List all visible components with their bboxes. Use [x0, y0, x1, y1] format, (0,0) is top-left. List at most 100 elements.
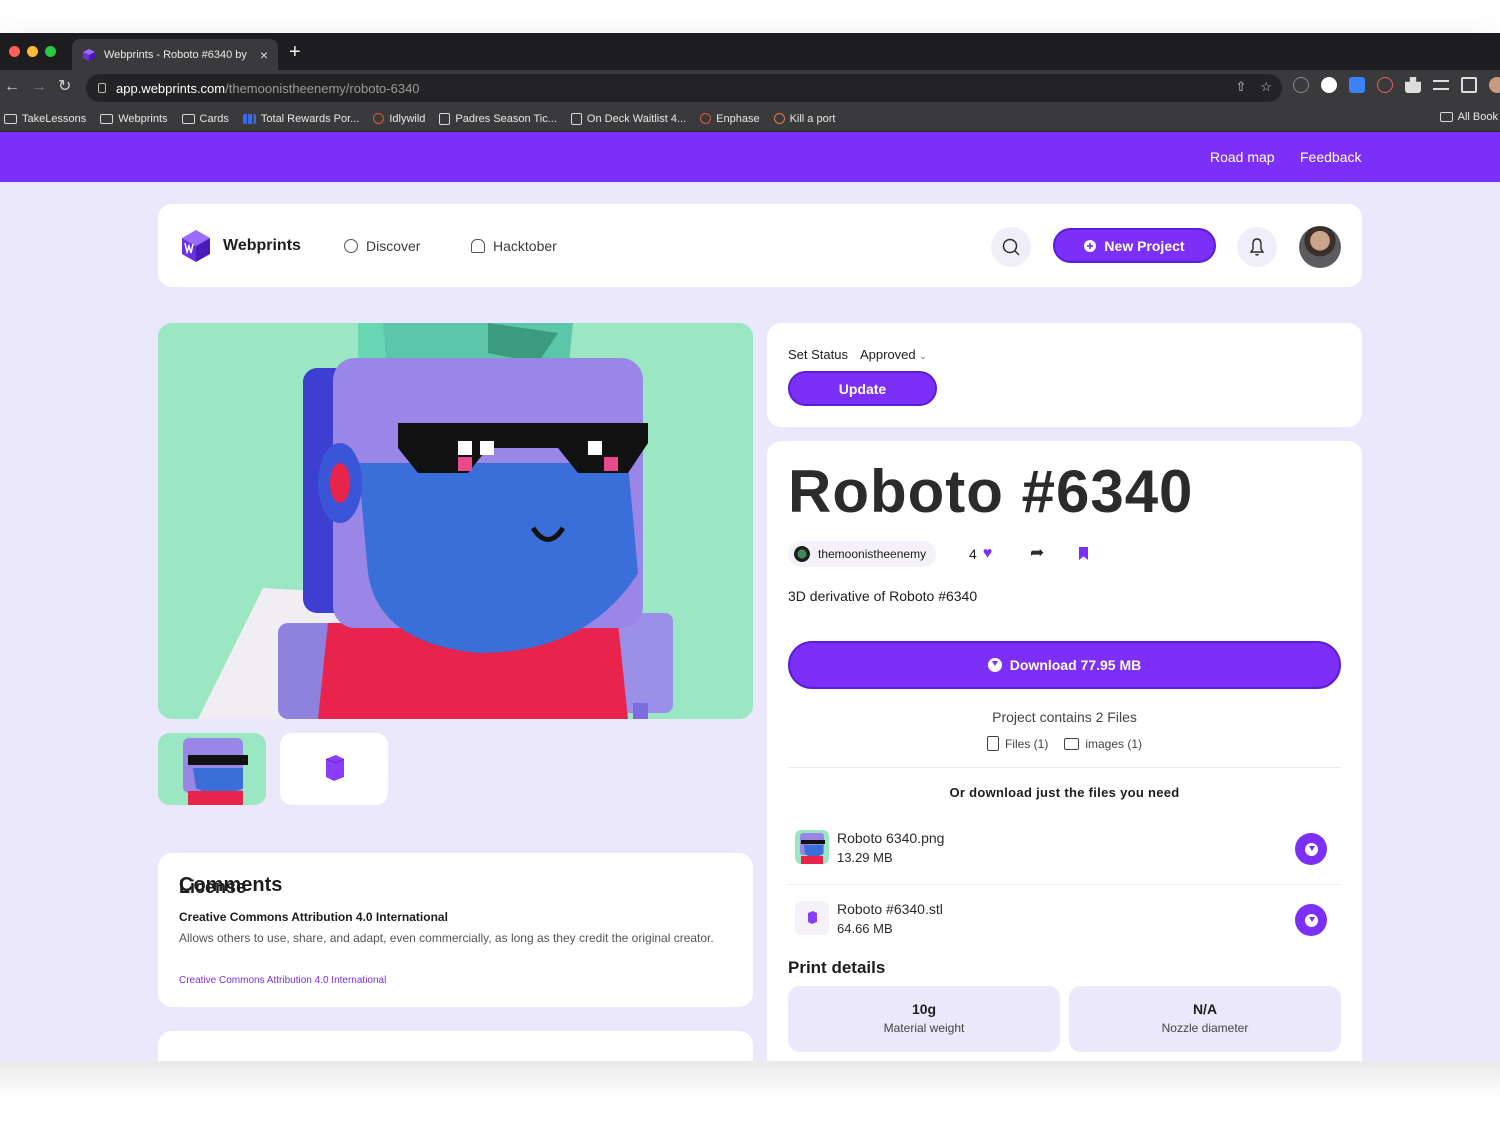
browser-tab[interactable]: Webprints - Roboto #6340 by ×: [72, 39, 278, 70]
page-icon: [570, 112, 582, 125]
close-window-button[interactable]: [9, 46, 20, 57]
share-page-icon[interactable]: ⇧: [1235, 79, 1246, 95]
folder-icon: [1439, 112, 1453, 122]
bookmark-item[interactable]: Enphase: [700, 113, 760, 125]
extension-icons: [1293, 77, 1500, 93]
image-icon: [1064, 737, 1080, 750]
bar-chart-icon: [242, 113, 256, 124]
brand-name[interactable]: Webprints: [223, 237, 301, 255]
new-project-label: New Project: [1104, 237, 1185, 254]
tab-title: Webprints - Roboto #6340 by: [104, 48, 247, 61]
bookmark-item[interactable]: Cards: [181, 113, 229, 125]
print-details-title: Print details: [788, 958, 886, 977]
circle-logo-icon: [373, 113, 385, 124]
stat-material-weight: 10g Material weight: [788, 986, 1060, 1052]
bookmark-item[interactable]: Padres Season Tic...: [439, 112, 557, 125]
forward-arrow-icon[interactable]: →: [31, 78, 47, 96]
new-tab-button[interactable]: +: [289, 42, 301, 62]
file-row: Roboto #6340.stl 64.66 MB: [788, 891, 1341, 949]
back-arrow-icon[interactable]: ←: [4, 78, 20, 96]
site-header: Webprints Discover Hacktober New Project: [158, 204, 1362, 287]
file-thumbnail: [795, 901, 829, 935]
plus-circle-icon: [1084, 239, 1097, 252]
search-button[interactable]: [991, 227, 1031, 267]
bookmark-icon[interactable]: [1079, 547, 1088, 560]
lock-icon: [98, 83, 106, 93]
heart-icon: ♥: [982, 545, 993, 562]
cookie-extension-icon[interactable]: [1377, 77, 1393, 93]
nav-discover[interactable]: Discover: [344, 238, 420, 254]
reload-icon[interactable]: ↻: [58, 78, 71, 96]
stat-nozzle-diameter: N/A Nozzle diameter: [1069, 986, 1341, 1052]
thumbnail-stl[interactable]: [280, 733, 388, 805]
tab-close-icon[interactable]: ×: [260, 47, 268, 63]
divider: [788, 767, 1341, 768]
file-name: Roboto #6340.stl: [837, 901, 943, 917]
thumbnail-image[interactable]: [158, 733, 266, 805]
file-thumbnail: [795, 830, 829, 864]
folder-icon: [4, 113, 17, 124]
bookmark-item[interactable]: Webprints: [100, 113, 168, 125]
side-panel-icon[interactable]: [1461, 77, 1477, 93]
bookmark-item[interactable]: On Deck Waitlist 4...: [570, 112, 686, 125]
browser-window: Webprints - Roboto #6340 by × + ← → ↻ ap…: [0, 33, 1500, 1061]
puzzle-extensions-icon[interactable]: [1405, 77, 1421, 93]
recycle-extension-icon[interactable]: [1293, 77, 1309, 93]
project-hero-image[interactable]: [158, 323, 753, 719]
password-extension-icon[interactable]: [1321, 77, 1337, 93]
nav-hacktober[interactable]: Hacktober: [471, 238, 557, 254]
download-icon: [1304, 842, 1318, 856]
author-chip[interactable]: themoonistheenemy: [788, 541, 937, 567]
notifications-button[interactable]: [1237, 227, 1277, 267]
like-button[interactable]: 4 ♥: [969, 545, 992, 563]
comments-title: Comments: [179, 874, 283, 896]
address-bar[interactable]: app.webprints.com/themoonistheenemy/robo…: [86, 74, 1282, 102]
project-description: 3D derivative of Roboto #6340: [788, 588, 978, 604]
or-download-heading: Or download just the files you need: [949, 785, 1180, 800]
bookmark-item[interactable]: Total Rewards Por...: [242, 113, 359, 125]
bell-icon: [1249, 238, 1265, 256]
robot-thumbnail-image: [158, 733, 266, 805]
file-download-button[interactable]: [1295, 904, 1327, 936]
file-download-button[interactable]: [1295, 833, 1327, 865]
reading-list-icon[interactable]: [1433, 80, 1449, 90]
minimize-window-button[interactable]: [27, 46, 38, 57]
maximize-window-button[interactable]: [45, 46, 56, 57]
update-button[interactable]: Update: [788, 371, 937, 406]
images-filter[interactable]: images (1): [1064, 736, 1142, 751]
status-card: Set Status Approved ⌄ Update: [767, 323, 1362, 427]
project-title: Roboto #6340: [788, 458, 1194, 525]
file-name: Roboto 6340.png: [837, 830, 945, 846]
feedback-link[interactable]: Feedback: [1300, 149, 1361, 165]
bookmark-item[interactable]: Kill a port: [773, 113, 835, 125]
comments-card: [158, 1031, 753, 1061]
download-extension-icon[interactable]: [1349, 77, 1365, 93]
download-all-button[interactable]: Download 77.95 MB: [788, 641, 1341, 689]
author-name: themoonistheenemy: [818, 547, 927, 561]
all-bookmarks-button[interactable]: All Book: [1439, 111, 1498, 123]
profile-avatar-icon[interactable]: [1489, 77, 1500, 93]
file-size: 64.66 MB: [837, 921, 893, 936]
compass-icon: [344, 239, 358, 253]
bookmark-item[interactable]: TakeLessons: [4, 113, 86, 125]
chevron-down-icon: ⌄: [919, 351, 927, 361]
new-project-button[interactable]: New Project: [1053, 228, 1216, 263]
page-icon: [439, 112, 451, 125]
user-avatar[interactable]: [1299, 226, 1341, 268]
page-content: Webprints Discover Hacktober New Project: [0, 182, 1500, 1061]
stat-label: Nozzle diameter: [1161, 1021, 1249, 1035]
status-select[interactable]: Approved ⌄: [860, 347, 927, 362]
robot-render-image: [158, 323, 753, 719]
stl-model-icon: [325, 755, 345, 781]
webprints-logo-icon[interactable]: [178, 228, 214, 264]
stl-model-icon: [808, 911, 817, 924]
share-icon[interactable]: ➦: [1030, 543, 1044, 563]
bookmark-item[interactable]: Idlywild: [373, 113, 425, 125]
files-filter[interactable]: Files (1): [986, 736, 1048, 751]
license-link[interactable]: Creative Commons Attribution 4.0 Interna…: [179, 975, 386, 986]
file-count-text: Project contains 2 Files: [992, 709, 1137, 725]
bookmark-star-icon[interactable]: ☆: [1260, 79, 1272, 95]
license-name: Creative Commons Attribution 4.0 Interna…: [179, 910, 448, 924]
author-avatar: [794, 546, 810, 562]
roadmap-link[interactable]: Road map: [1210, 149, 1275, 165]
